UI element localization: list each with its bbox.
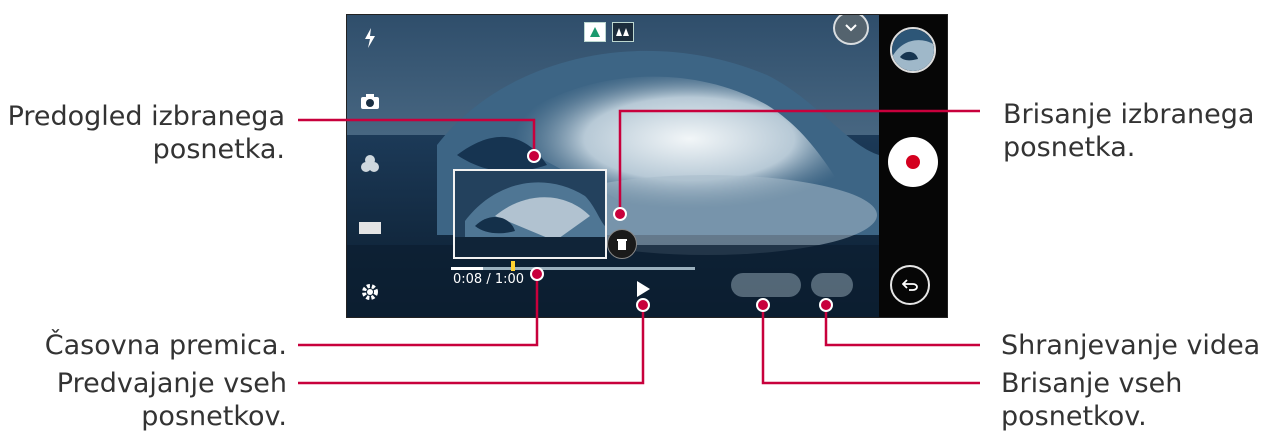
callout-lines — [298, 109, 980, 385]
